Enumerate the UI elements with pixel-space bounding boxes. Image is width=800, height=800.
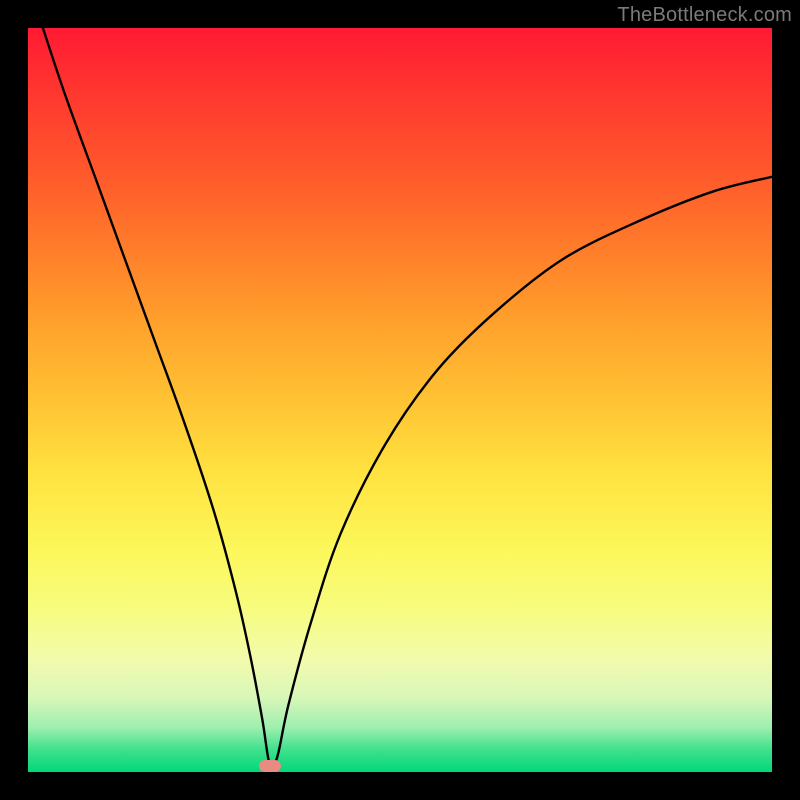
minimum-marker [259,760,281,772]
bottleneck-curve [28,28,772,772]
watermark-text: TheBottleneck.com [617,4,792,27]
chart-frame: TheBottleneck.com [0,0,800,800]
plot-area [28,28,772,772]
